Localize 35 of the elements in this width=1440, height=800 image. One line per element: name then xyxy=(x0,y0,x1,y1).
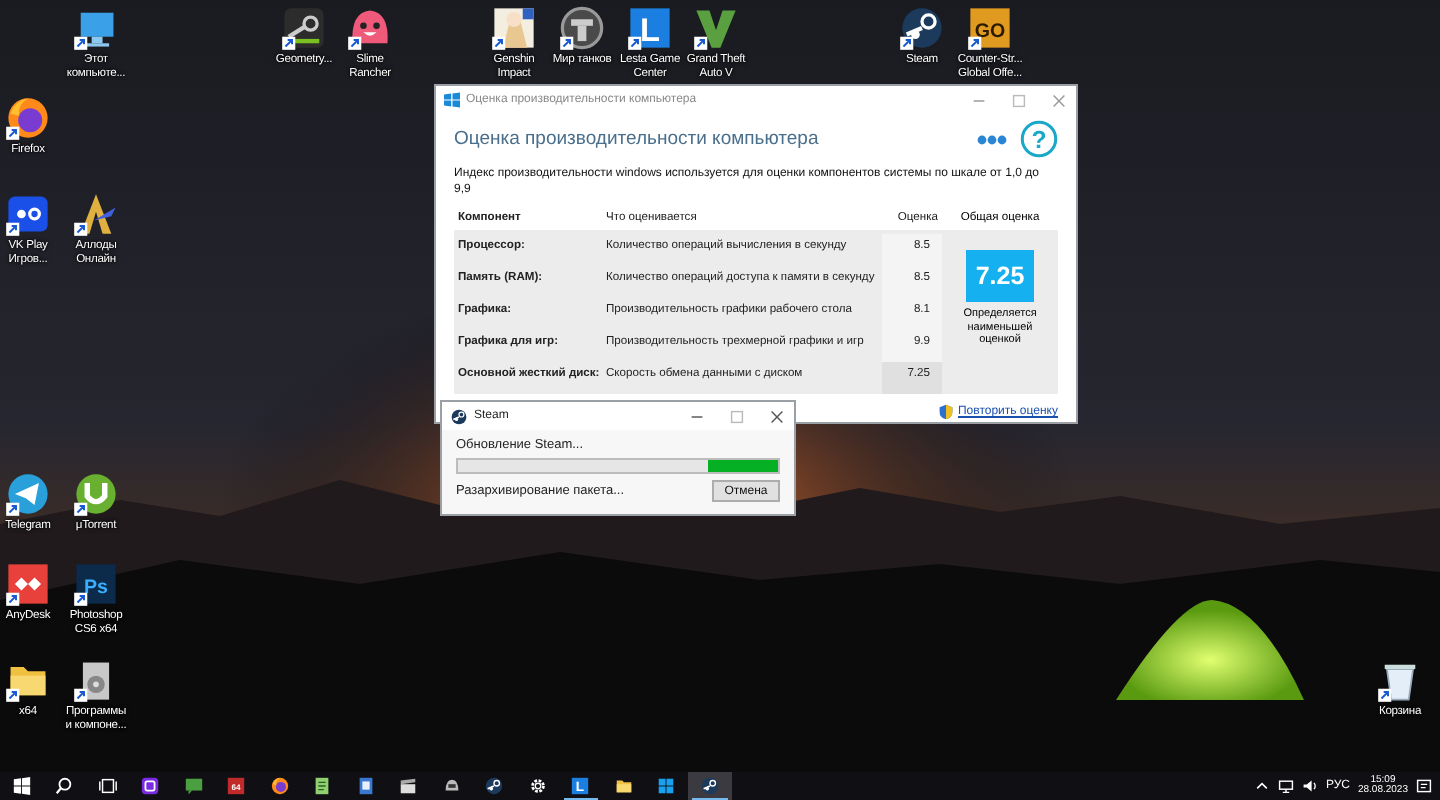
folder-icon xyxy=(613,776,634,796)
app-icon[interactable]: L xyxy=(626,4,674,52)
window-icon xyxy=(656,776,677,796)
paper-plane-icon[interactable] xyxy=(4,470,52,518)
steam-icon[interactable] xyxy=(898,4,946,52)
task-view-icon[interactable] xyxy=(97,776,118,796)
app-icon[interactable] xyxy=(280,4,328,52)
page-heading: Оценка производительности компьютера xyxy=(454,128,821,150)
close-icon[interactable] xyxy=(768,407,786,425)
app-icon[interactable]: GO xyxy=(966,4,1014,52)
gear-icon xyxy=(527,776,548,796)
fox-icon[interactable] xyxy=(4,94,52,142)
caret-icon[interactable] xyxy=(1253,778,1270,794)
shield-icon xyxy=(937,404,954,420)
app-icon xyxy=(140,776,161,796)
helmet-icon xyxy=(441,776,462,796)
search-icon[interactable] xyxy=(54,776,75,796)
chat-icon xyxy=(183,776,204,796)
overall-score-tile: 7.25 xyxy=(966,250,1034,302)
start-icon[interactable] xyxy=(11,776,32,796)
steam-icon xyxy=(450,407,468,425)
app-icon[interactable] xyxy=(490,4,538,52)
fox-icon xyxy=(269,776,290,796)
steam-icon xyxy=(699,776,720,796)
steam-icon xyxy=(484,776,505,796)
document-icon xyxy=(355,776,376,796)
more-icon[interactable] xyxy=(976,133,1008,145)
notepad-icon xyxy=(312,776,333,796)
network-icon[interactable] xyxy=(1277,778,1294,794)
app-icon[interactable]: Ps xyxy=(72,560,120,608)
window-logo-icon xyxy=(444,92,460,108)
taskbar-app[interactable] xyxy=(688,772,731,800)
speaker-icon[interactable] xyxy=(1301,778,1318,794)
clapper-icon xyxy=(398,776,419,796)
notification-icon[interactable] xyxy=(1416,778,1432,794)
